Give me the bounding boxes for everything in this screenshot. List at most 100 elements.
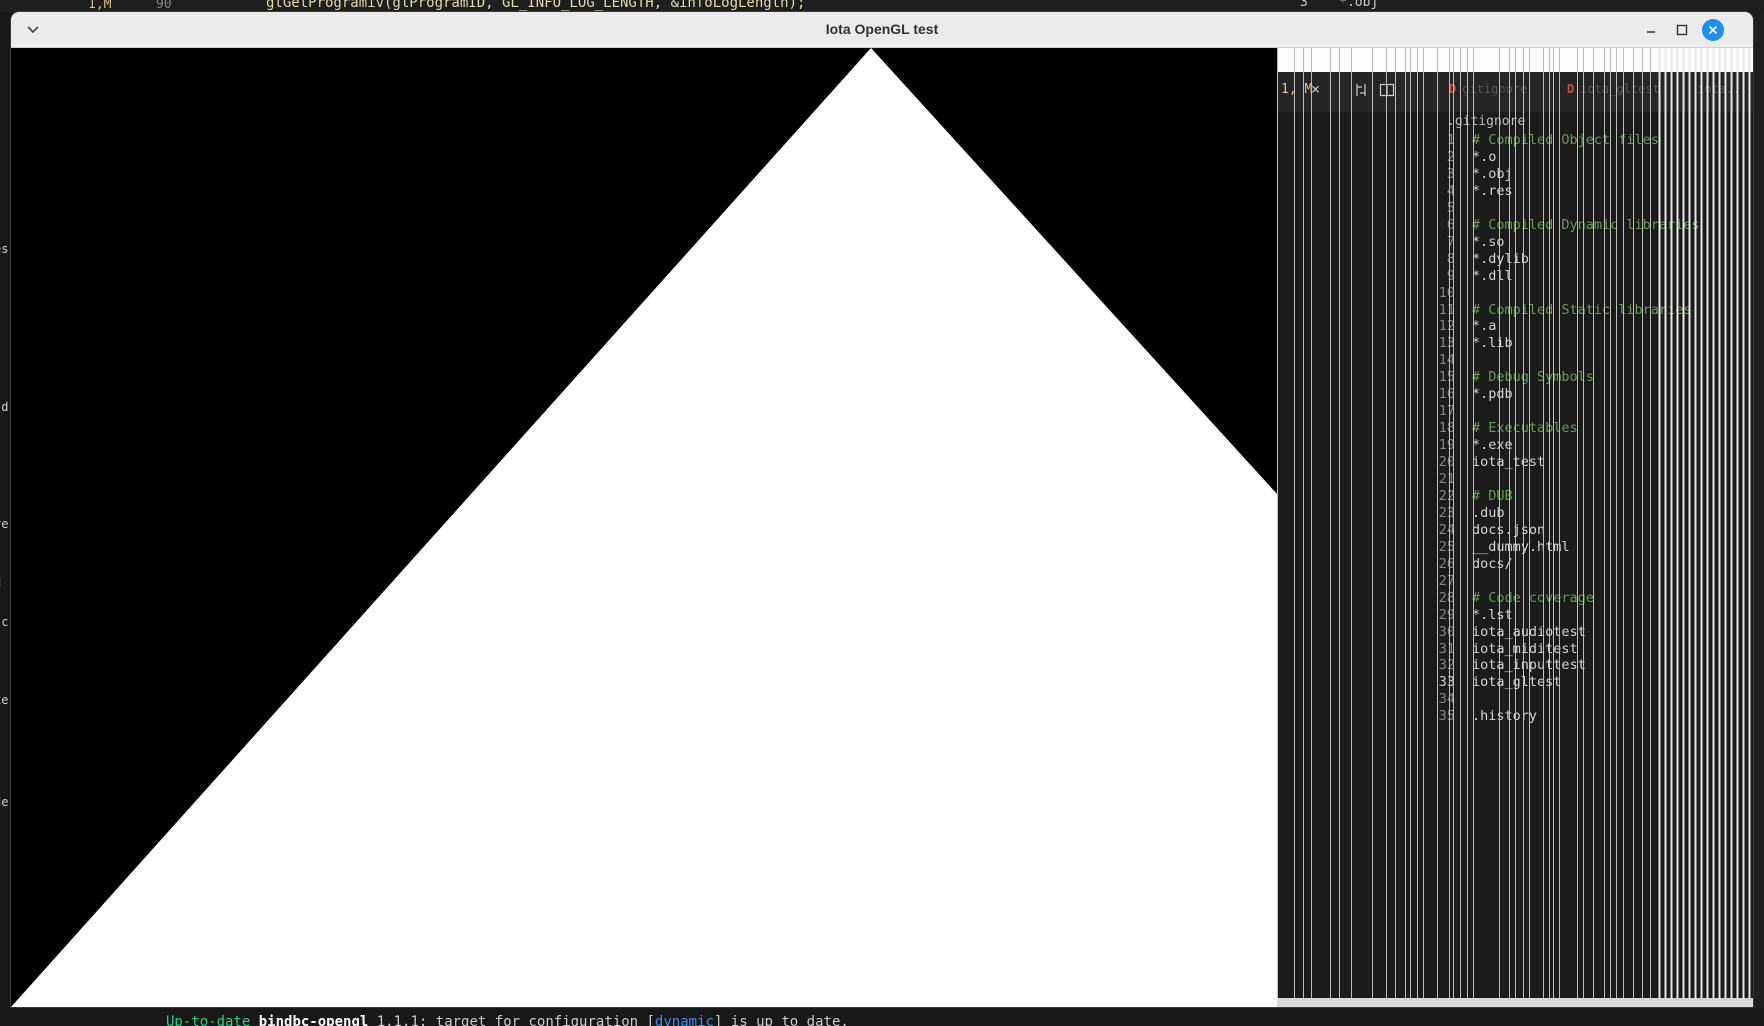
line-number: 10 — [1438, 284, 1455, 301]
code-text: glGetProgramiv(glProgramID, GL_INFO_LOG_… — [266, 0, 806, 11]
line-number: 29 — [1438, 606, 1455, 623]
window-title: Iota OpenGL test — [825, 21, 939, 37]
line-number: 22 — [1438, 487, 1455, 504]
line-text: docs/ — [1472, 555, 1513, 572]
stale-tab-label: iota_gltest — [1580, 82, 1660, 96]
background-code-line: 1,M 90 glGetProgramiv(glProgramID, GL_IN… — [0, 0, 1764, 12]
stale-bottom-bar — [1277, 998, 1753, 1007]
line-text: .history — [1472, 708, 1538, 725]
line-text: # Executables — [1472, 420, 1578, 437]
line-text: *.exe — [1472, 437, 1513, 454]
line-number: 13 — [1438, 335, 1455, 352]
opengl-window[interactable]: Iota OpenGL test 1, M × Dgitignore D iot… — [11, 12, 1753, 1007]
render-surface — [11, 48, 1277, 1007]
line-text: docs.json — [1472, 521, 1546, 538]
right-pane-text: 3 *.obj — [1300, 0, 1379, 10]
maximize-icon — [1676, 24, 1688, 36]
git-change-badge: 1,M — [88, 0, 112, 12]
line-text: *.so — [1472, 233, 1505, 250]
line-number: 21 — [1438, 471, 1455, 487]
line-number: 12 — [1438, 318, 1455, 335]
line-number: 4 — [1446, 182, 1455, 199]
line-number: 90 — [156, 0, 172, 12]
terminal-version: 1.1.1 — [376, 1014, 419, 1026]
line-number: 2 — [1446, 148, 1455, 165]
line-text: *.o — [1472, 148, 1497, 165]
line-number: 25 — [1438, 538, 1455, 555]
line-number: 6 — [1446, 216, 1455, 233]
line-number: 26 — [1438, 555, 1455, 572]
line-number: 9 — [1446, 267, 1455, 284]
stale-tab: Diota_gltest — [1567, 82, 1660, 96]
stale-tab-label: gitignore — [1462, 82, 1528, 96]
terminal-package: bindbc-opengl — [258, 1014, 369, 1026]
terminal-panel: Up-to-date bindbc-opengl 1.1.1: target f… — [0, 1008, 1764, 1026]
stale-tab-strip — [1277, 48, 1753, 72]
line-number: 27 — [1438, 572, 1455, 589]
line-number: 18 — [1438, 420, 1455, 437]
stale-framebuffer-region: 1, M × Dgitignore Diota_gltest iota... .… — [1277, 48, 1753, 1007]
tab-modified-indicator: 1, M — [1281, 82, 1313, 97]
line-text: # Compiled Dynamic libraries — [1472, 216, 1700, 233]
stale-tab-label: iota... — [1697, 82, 1748, 96]
gl-canvas[interactable] — [11, 48, 1277, 1007]
line-text: __dummy.html — [1472, 538, 1570, 555]
line-number: 16 — [1438, 386, 1455, 403]
terminal-mid: : target for configuration [ — [418, 1014, 655, 1026]
line-number: 11 — [1438, 301, 1455, 318]
line-text: # Debug Symbols — [1472, 369, 1594, 386]
terminal-config: dynamic — [654, 1014, 714, 1026]
compare-changes-icon — [1356, 84, 1366, 96]
terminal-tail: ] is up to date. — [713, 1014, 849, 1026]
line-number: 15 — [1438, 369, 1455, 386]
line-text: iota_gltest — [1472, 674, 1562, 691]
maximize-button[interactable] — [1671, 19, 1693, 41]
breadcrumb: .gitignore — [1447, 114, 1526, 129]
line-number: 8 — [1446, 250, 1455, 267]
line-number: 34 — [1438, 691, 1455, 708]
stale-tab: iota... — [1697, 82, 1748, 96]
line-number: 19 — [1438, 437, 1455, 454]
window-titlebar[interactable]: Iota OpenGL test — [11, 12, 1753, 48]
line-text: # DUB — [1472, 487, 1513, 504]
line-text: *.lst — [1472, 606, 1513, 623]
stale-tab: Dgitignore — [1449, 82, 1528, 96]
line-number: 28 — [1438, 589, 1455, 606]
line-number: 17 — [1438, 403, 1455, 420]
line-text: # Code coverage — [1472, 589, 1594, 606]
terminal-output: Up-to-date bindbc-opengl 1.1.1: target f… — [166, 1014, 849, 1026]
terminal-status: Up-to-date — [166, 1014, 251, 1026]
sidebar-fragment: .d — [0, 400, 9, 414]
line-text: # Compiled Static libraries — [1472, 301, 1692, 318]
line-text: *.a — [1472, 318, 1497, 335]
sidebar-fragment: re — [0, 517, 9, 531]
line-number: 30 — [1438, 623, 1455, 640]
line-text: *.res — [1472, 182, 1513, 199]
line-number: 7 — [1446, 233, 1455, 250]
line-text: iota_test — [1472, 454, 1546, 471]
line-text: iota_miditest — [1472, 640, 1578, 657]
close-icon — [1708, 25, 1718, 35]
line-text: .dub — [1472, 504, 1505, 521]
line-number: 33 — [1438, 674, 1455, 691]
line-number: 20 — [1438, 454, 1455, 471]
line-text: *.dll — [1472, 267, 1513, 284]
line-number: 24 — [1438, 521, 1455, 538]
minimize-button[interactable] — [1640, 19, 1662, 41]
sidebar-fragment: d — [0, 576, 1, 590]
line-text: *.pdb — [1472, 386, 1513, 403]
close-icon: × — [1311, 80, 1321, 98]
gl-viewport[interactable]: 1, M × Dgitignore Diota_gltest iota... .… — [11, 48, 1753, 1007]
sidebar-fragment: - — [0, 766, 1, 780]
line-number: 31 — [1438, 640, 1455, 657]
sidebar-fragment: sc — [0, 615, 9, 629]
line-text: *.obj — [1472, 165, 1513, 182]
line-number: 1 — [1446, 132, 1455, 148]
line-text: *.lib — [1472, 335, 1513, 352]
sidebar-fragment: es — [0, 242, 9, 256]
line-number: 32 — [1438, 657, 1455, 674]
stale-editor-tabbar: 1, M × Dgitignore Diota_gltest iota... — [1277, 72, 1753, 112]
close-button[interactable] — [1702, 19, 1724, 41]
line-text: iota_inputtest — [1472, 657, 1586, 674]
line-number: 14 — [1438, 352, 1455, 369]
